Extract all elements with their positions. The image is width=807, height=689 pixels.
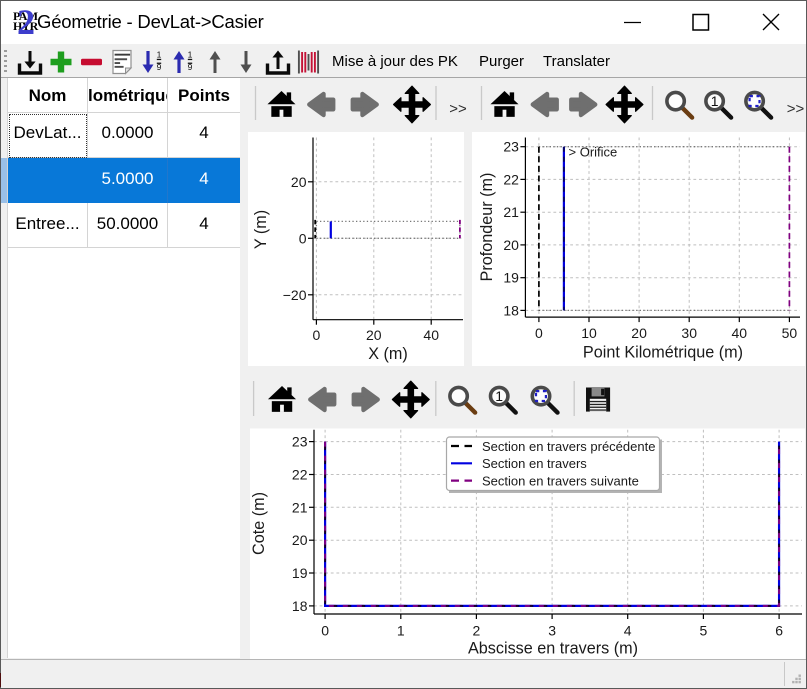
svg-text:0: 0 — [321, 623, 329, 639]
svg-text:Profondeur (m): Profondeur (m) — [478, 173, 496, 282]
svg-text:21: 21 — [292, 499, 308, 515]
svg-text:−20: −20 — [283, 287, 307, 303]
svg-text:>>: >> — [787, 101, 805, 118]
svg-text:5: 5 — [700, 623, 708, 639]
svg-text:23: 23 — [503, 139, 519, 155]
svg-text:20: 20 — [503, 237, 519, 253]
svg-text:22: 22 — [503, 171, 519, 187]
svg-text:20: 20 — [292, 532, 308, 548]
svg-text:21: 21 — [503, 204, 519, 220]
svg-text:Abscisse en travers (m): Abscisse en travers (m) — [468, 640, 638, 658]
svg-text:40: 40 — [732, 325, 748, 341]
svg-text:10: 10 — [581, 325, 597, 341]
svg-text:Cote (m): Cote (m) — [250, 492, 268, 555]
svg-text:Y (m): Y (m) — [252, 210, 270, 249]
svg-text:Section en travers suivante: Section en travers suivante — [482, 473, 639, 488]
svg-text:2: 2 — [473, 623, 481, 639]
svg-text:23: 23 — [292, 434, 308, 450]
svg-text:20: 20 — [291, 174, 307, 190]
svg-text:0: 0 — [313, 327, 321, 343]
svg-text:4: 4 — [624, 623, 632, 639]
svg-text:Section en travers précédente: Section en travers précédente — [482, 439, 655, 454]
svg-text:22: 22 — [292, 467, 308, 483]
svg-text:> Orifice: > Orifice — [569, 145, 618, 160]
svg-text:20: 20 — [366, 327, 382, 343]
svg-text:1: 1 — [495, 388, 503, 404]
svg-text:19: 19 — [292, 565, 308, 581]
svg-text:Section en travers: Section en travers — [482, 456, 587, 471]
svg-text:1: 1 — [188, 50, 193, 60]
svg-text:1: 1 — [157, 50, 162, 60]
svg-text:18: 18 — [503, 302, 519, 318]
svg-text:>>: >> — [449, 101, 467, 118]
svg-text:1: 1 — [711, 93, 719, 109]
svg-text:1: 1 — [397, 623, 405, 639]
svg-text:0: 0 — [299, 230, 307, 246]
svg-text:0: 0 — [535, 325, 543, 341]
svg-text:6: 6 — [775, 623, 783, 639]
svg-text:X (m): X (m) — [368, 345, 408, 363]
svg-text:30: 30 — [681, 325, 697, 341]
svg-text:50: 50 — [782, 325, 798, 341]
svg-text:20: 20 — [631, 325, 647, 341]
svg-text:3: 3 — [548, 623, 556, 639]
svg-text:40: 40 — [423, 327, 439, 343]
svg-text:19: 19 — [503, 270, 519, 286]
svg-text:Point Kilométrique (m): Point Kilométrique (m) — [583, 344, 743, 362]
svg-text:18: 18 — [292, 598, 308, 614]
